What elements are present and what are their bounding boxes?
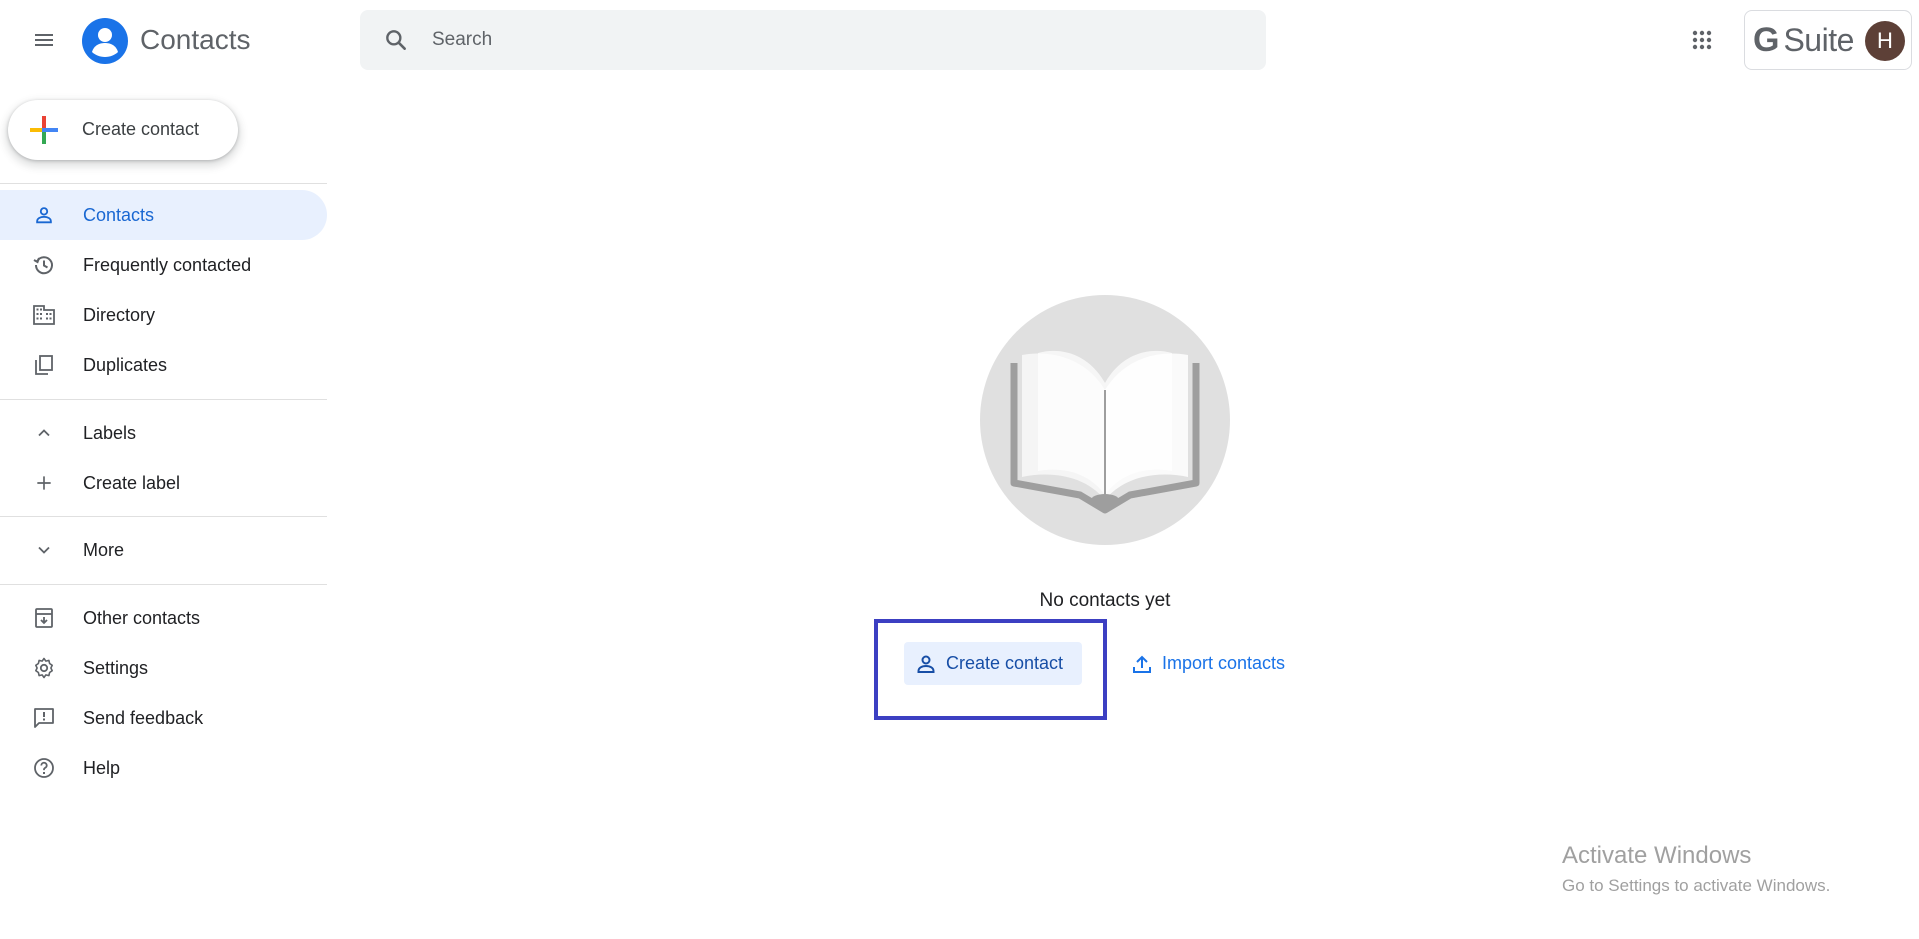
import-contacts-button-label: Import contacts xyxy=(1162,653,1286,673)
history-icon xyxy=(32,253,56,277)
colored-plus-icon xyxy=(30,116,58,144)
import-contacts-button[interactable]: Import contacts xyxy=(1126,642,1306,685)
sidebar-item-label: Contacts xyxy=(83,205,155,225)
sidebar-item-directory[interactable]: Directory xyxy=(0,290,327,340)
sidebar-item-label: Help xyxy=(83,758,121,778)
person-icon xyxy=(32,203,56,227)
upload-icon xyxy=(1133,655,1151,673)
create-label-item[interactable]: Create label xyxy=(0,458,327,508)
chevron-up-icon xyxy=(32,421,56,445)
divider xyxy=(0,183,327,184)
search-bar[interactable] xyxy=(360,10,1266,70)
main-menu-button[interactable] xyxy=(20,16,68,64)
sidebar-item-settings[interactable]: Settings xyxy=(0,643,327,693)
create-contact-fab-label: Create contact xyxy=(82,119,200,139)
sidebar-item-label: Frequently contacted xyxy=(83,255,252,275)
person-add-icon xyxy=(917,655,935,673)
sidebar-item-label: Send feedback xyxy=(83,708,204,728)
sidebar-item-frequently-contacted[interactable]: Frequently contacted xyxy=(0,240,327,290)
copy-icon xyxy=(32,353,56,377)
search-button[interactable] xyxy=(360,10,432,70)
sidebar-item-duplicates[interactable]: Duplicates xyxy=(0,340,327,390)
sidebar-item-label: Other contacts xyxy=(83,608,201,628)
gsuite-logo-g: G xyxy=(1753,21,1780,59)
sidebar-item-contacts[interactable]: Contacts xyxy=(0,190,327,240)
create-contact-button[interactable]: Create contact xyxy=(904,642,1082,685)
open-book-icon xyxy=(1010,350,1200,514)
sidebar-item-help[interactable]: Help xyxy=(0,743,327,793)
divider xyxy=(0,584,327,585)
account-switcher[interactable]: G Suite H xyxy=(1744,10,1912,70)
labels-header: Labels xyxy=(83,423,137,443)
contacts-logo-icon[interactable] xyxy=(82,18,128,64)
plus-icon xyxy=(32,471,56,495)
feedback-icon xyxy=(32,706,56,730)
gsuite-logo-text: Suite xyxy=(1783,22,1854,58)
sidebar-item-label: Settings xyxy=(83,658,149,678)
domain-icon xyxy=(32,303,56,327)
top-app-bar: Contacts G Suite H xyxy=(0,0,1919,80)
windows-activation-title: Activate Windows xyxy=(1562,842,1752,869)
avatar[interactable]: H xyxy=(1865,21,1905,61)
sidebar-item-label: Duplicates xyxy=(83,355,168,375)
sidebar-item-send-feedback[interactable]: Send feedback xyxy=(0,693,327,743)
create-contact-button-label: Create contact xyxy=(946,653,1064,673)
create-contact-fab[interactable]: Create contact xyxy=(8,100,238,160)
navigation-drawer: Create contact Contacts Frequently conta… xyxy=(0,80,327,939)
apps-grid-icon xyxy=(1692,30,1712,50)
gear-icon xyxy=(32,656,56,680)
google-apps-button[interactable] xyxy=(1678,16,1726,64)
help-icon xyxy=(32,756,56,780)
search-icon xyxy=(386,30,406,50)
sidebar-item-label: Create label xyxy=(83,473,181,493)
chevron-down-icon xyxy=(32,538,56,562)
sidebar-item-other-contacts[interactable]: Other contacts xyxy=(0,593,327,643)
more-toggle[interactable]: More xyxy=(0,525,327,575)
empty-state-illustration xyxy=(980,295,1230,545)
sidebar-item-label: Directory xyxy=(83,305,156,325)
labels-toggle[interactable]: Labels xyxy=(0,408,327,458)
hamburger-menu-icon xyxy=(35,34,53,46)
archive-icon xyxy=(32,606,56,630)
divider xyxy=(0,399,327,400)
sidebar-item-label: More xyxy=(83,540,125,560)
windows-activation-subtitle: Go to Settings to activate Windows. xyxy=(1562,876,1831,895)
divider xyxy=(0,516,327,517)
search-input[interactable] xyxy=(432,20,1232,60)
app-title[interactable]: Contacts xyxy=(140,22,251,58)
empty-state-message: No contacts yet xyxy=(1039,590,1171,611)
